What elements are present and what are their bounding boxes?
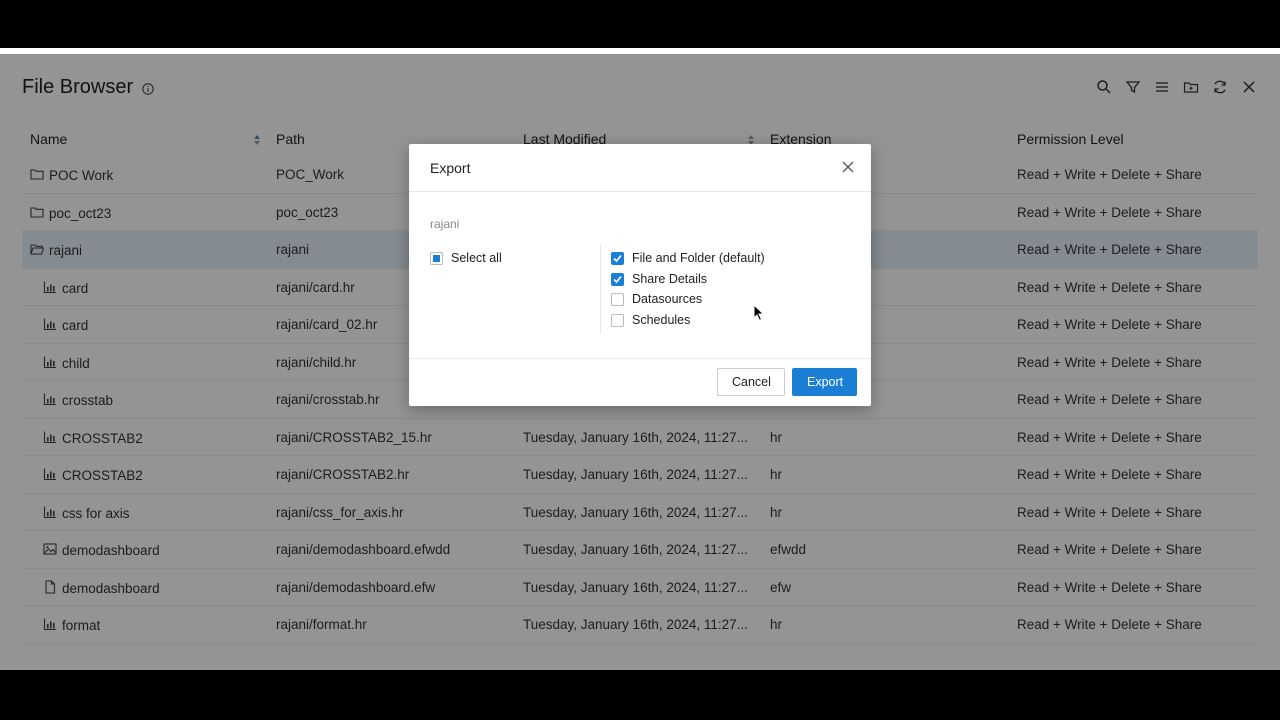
checkbox-checked[interactable] bbox=[611, 272, 624, 286]
dialog-title: Export bbox=[430, 160, 471, 176]
checkbox-indeterminate[interactable] bbox=[430, 251, 443, 265]
option-label: Schedules bbox=[632, 313, 691, 327]
select-all-checkbox[interactable]: Select all bbox=[430, 251, 502, 265]
checkbox-unchecked[interactable] bbox=[611, 292, 624, 306]
divider bbox=[600, 244, 601, 334]
dialog-header: Export bbox=[409, 144, 871, 192]
option-label: Datasources bbox=[632, 292, 703, 306]
select-all-label: Select all bbox=[451, 251, 502, 265]
option-label: Share Details bbox=[632, 272, 708, 286]
close-icon[interactable] bbox=[841, 160, 855, 174]
cancel-button[interactable]: Cancel bbox=[717, 368, 785, 396]
dialog-subtitle: rajani bbox=[430, 217, 460, 231]
option-label: File and Folder (default) bbox=[632, 251, 765, 265]
option-share-details[interactable]: Share Details bbox=[611, 272, 707, 286]
screen: File Browser Name Path Last Modified Ext… bbox=[0, 0, 1280, 720]
checkbox-checked[interactable] bbox=[611, 251, 624, 265]
mouse-cursor-icon bbox=[753, 304, 765, 322]
option-datasources[interactable]: Datasources bbox=[611, 292, 702, 306]
export-button[interactable]: Export bbox=[792, 368, 857, 396]
option-file-and-folder[interactable]: File and Folder (default) bbox=[611, 251, 765, 265]
export-dialog: Export rajani Select all File and Folder… bbox=[409, 144, 871, 406]
dialog-footer-divider bbox=[409, 358, 871, 359]
option-schedules[interactable]: Schedules bbox=[611, 313, 690, 327]
checkbox-unchecked[interactable] bbox=[611, 313, 624, 327]
